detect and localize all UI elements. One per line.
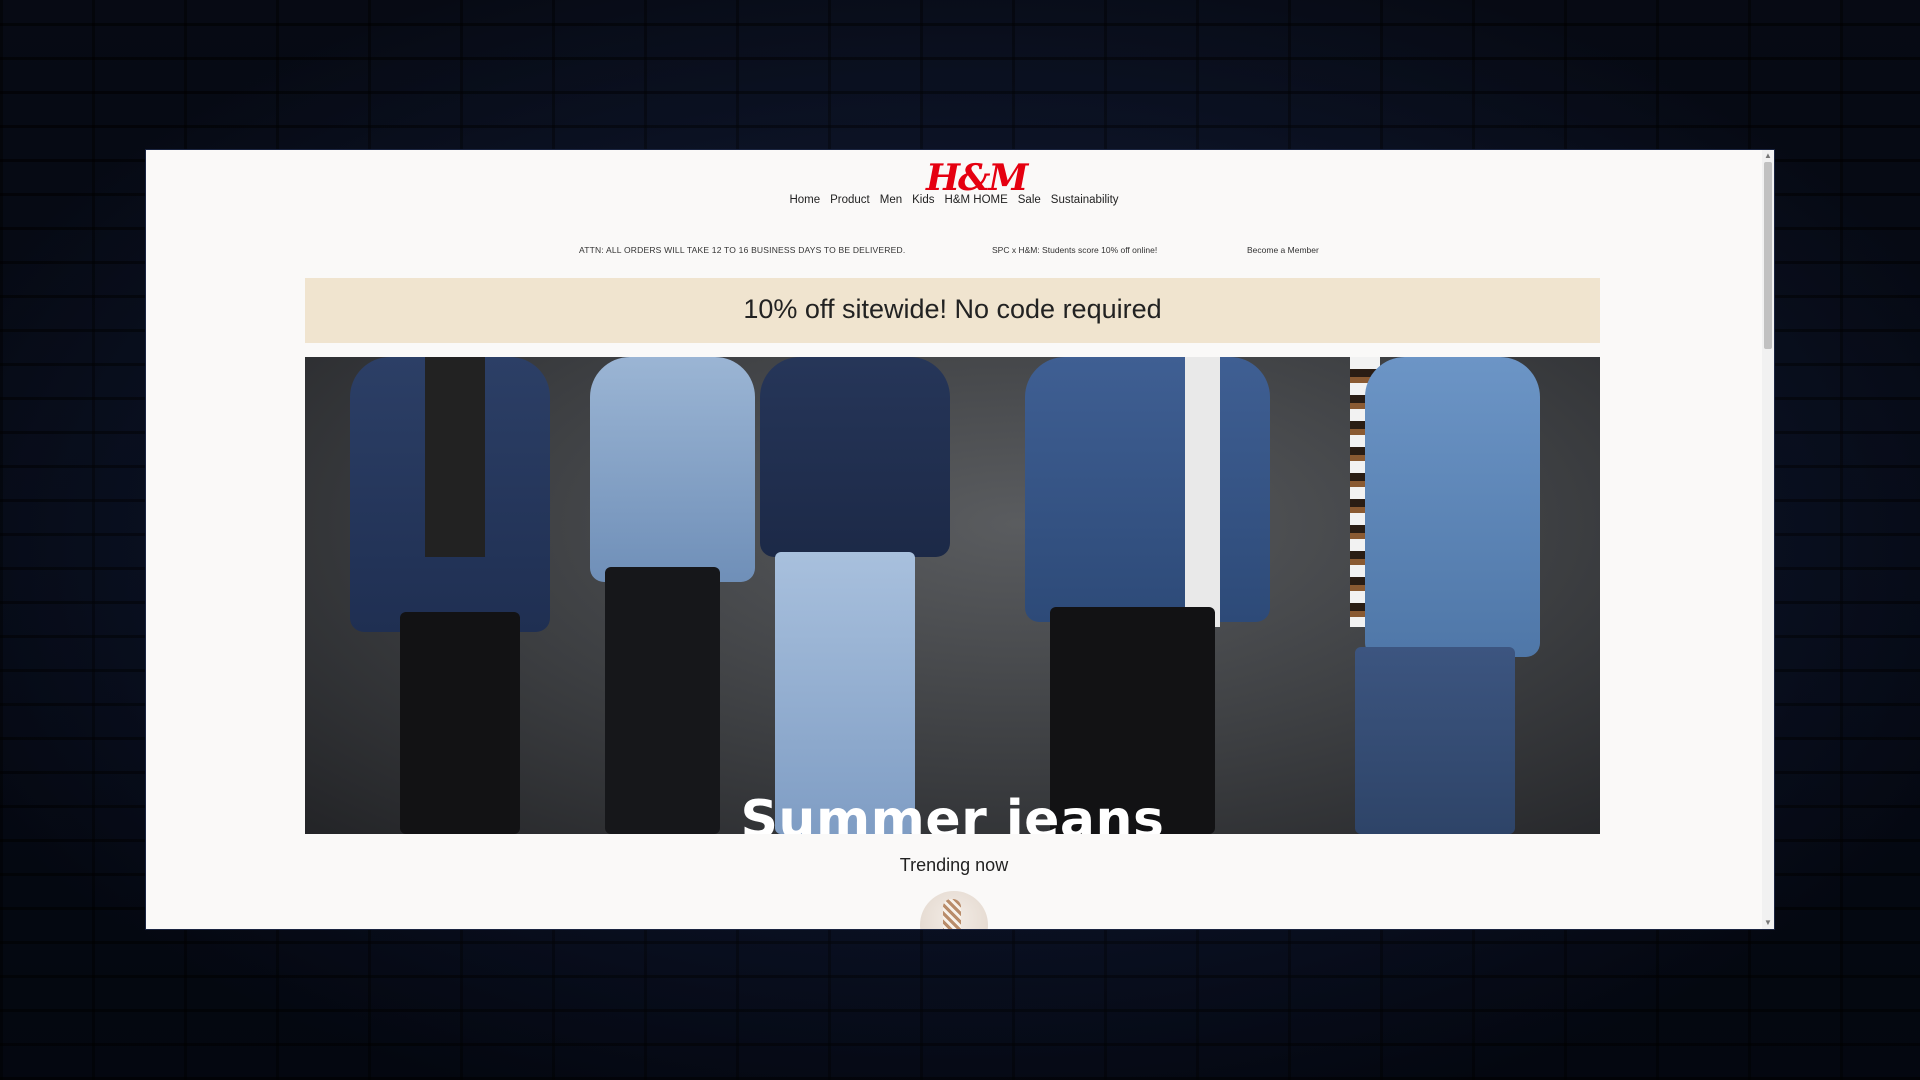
student-discount-link[interactable]: SPC x H&M: Students score 10% off online…	[992, 245, 1157, 255]
nav-men[interactable]: Men	[880, 194, 902, 206]
vertical-scrollbar[interactable]: ▲ ▼	[1762, 150, 1774, 929]
hero-title: Summer jeans	[740, 790, 1165, 834]
nav-hm-home[interactable]: H&M HOME	[945, 194, 1008, 206]
trending-heading: Trending now	[899, 855, 1009, 875]
scroll-down-icon[interactable]: ▼	[1762, 917, 1774, 929]
browser-window: H&M Home Product Men Kids H&M HOME Sale …	[146, 150, 1774, 929]
scroll-thumb[interactable]	[1764, 162, 1772, 349]
nav-home[interactable]: Home	[789, 194, 820, 206]
delivery-notice: ATTN: ALL ORDERS WILL TAKE 12 TO 16 BUSI…	[579, 245, 906, 255]
scroll-up-icon[interactable]: ▲	[1762, 150, 1774, 162]
main-nav: Home Product Men Kids H&M HOME Sale Sust…	[146, 194, 1762, 206]
hero-banner[interactable]: Summer jeans	[305, 357, 1600, 834]
become-member-link[interactable]: Become a Member	[1247, 245, 1319, 255]
nav-product[interactable]: Product	[830, 194, 870, 206]
hm-logo[interactable]: H&M	[926, 158, 1028, 198]
nav-sale[interactable]: Sale	[1018, 194, 1041, 206]
trending-item-thumbnail[interactable]	[920, 891, 988, 929]
promo-banner[interactable]: 10% off sitewide! No code required	[305, 278, 1600, 343]
nav-kids[interactable]: Kids	[912, 194, 934, 206]
nav-sustainability[interactable]: Sustainability	[1051, 194, 1119, 206]
